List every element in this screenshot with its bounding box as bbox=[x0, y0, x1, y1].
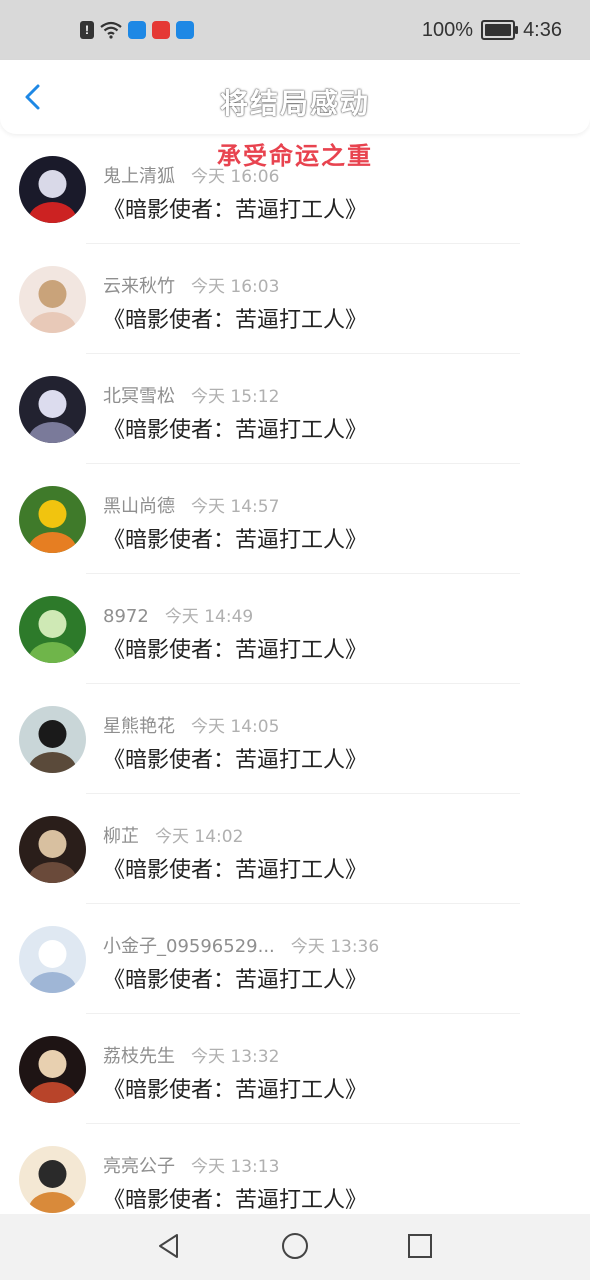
item-meta: 亮亮公子 今天 13:13 bbox=[103, 1152, 279, 1178]
battery-percent: 100% bbox=[421, 18, 474, 41]
status-bar: ! 100% 4:36 bbox=[0, 0, 590, 60]
timestamp: 今天 14:05 bbox=[191, 717, 280, 737]
clock: 4:36 bbox=[523, 18, 562, 41]
app-icon-red bbox=[152, 21, 170, 39]
alert-icon: ! bbox=[80, 21, 94, 39]
message-text: 《暗影使者：苦逼打工人》 bbox=[103, 1078, 368, 1103]
avatar[interactable] bbox=[19, 926, 86, 993]
top-app-bar: 将结局感动 bbox=[0, 60, 590, 134]
battery-fill bbox=[485, 24, 512, 36]
message-text: 《暗影使者：苦逼打工人》 bbox=[103, 638, 368, 663]
item-meta: 小金子_09596529... 今天 13:36 bbox=[103, 932, 379, 958]
avatar[interactable] bbox=[19, 596, 86, 663]
timestamp: 今天 13:13 bbox=[191, 1157, 280, 1177]
avatar[interactable] bbox=[19, 376, 86, 443]
list-item[interactable]: 黑山尚德 今天 14:57 《暗影使者：苦逼打工人》 bbox=[0, 464, 590, 574]
user-name: 亮亮公子 bbox=[103, 1156, 175, 1177]
app-icon-blue bbox=[128, 21, 146, 39]
timestamp: 今天 15:12 bbox=[191, 387, 280, 407]
message-text: 《暗影使者：苦逼打工人》 bbox=[103, 748, 368, 773]
avatar[interactable] bbox=[19, 266, 86, 333]
list-item[interactable]: 小金子_09596529... 今天 13:36 《暗影使者：苦逼打工人》 bbox=[0, 904, 590, 1014]
battery-icon bbox=[481, 20, 519, 40]
message-text: 《暗影使者：苦逼打工人》 bbox=[103, 198, 368, 223]
item-meta: 云来秋竹 今天 16:03 bbox=[103, 272, 279, 298]
message-text: 《暗影使者：苦逼打工人》 bbox=[103, 1188, 368, 1213]
page-title: 将结局感动 bbox=[219, 87, 370, 120]
user-name: 云来秋竹 bbox=[103, 276, 175, 297]
timestamp: 今天 14:02 bbox=[155, 827, 244, 847]
user-name: 黑山尚德 bbox=[103, 496, 175, 517]
list-item[interactable]: 星熊艳花 今天 14:05 《暗影使者：苦逼打工人》 bbox=[0, 684, 590, 794]
item-meta: 黑山尚德 今天 14:57 bbox=[103, 492, 279, 518]
timestamp: 今天 14:57 bbox=[191, 497, 280, 517]
list-item[interactable]: 荔枝先生 今天 13:32 《暗影使者：苦逼打工人》 bbox=[0, 1014, 590, 1124]
list-item[interactable]: 北冥雪松 今天 15:12 《暗影使者：苦逼打工人》 bbox=[0, 354, 590, 464]
circle-home-icon[interactable] bbox=[280, 1231, 310, 1261]
item-meta: 8972 今天 14:49 bbox=[103, 602, 253, 627]
item-meta: 荔枝先生 今天 13:32 bbox=[103, 1042, 279, 1068]
user-name: 荔枝先生 bbox=[103, 1046, 175, 1067]
timestamp: 今天 14:49 bbox=[164, 607, 254, 627]
message-list: 鬼上清狐 今天 16:06 《暗影使者：苦逼打工人》 云来秋竹 今天 16:03… bbox=[0, 134, 590, 1234]
message-text: 《暗影使者：苦逼打工人》 bbox=[103, 858, 368, 883]
app-icon-weather bbox=[176, 21, 194, 39]
list-item[interactable]: 柳芷 今天 14:02 《暗影使者：苦逼打工人》 bbox=[0, 794, 590, 904]
wifi-icon bbox=[100, 21, 122, 39]
avatar[interactable] bbox=[19, 1146, 86, 1213]
user-name: 8972 bbox=[103, 606, 149, 627]
avatar[interactable] bbox=[19, 706, 86, 773]
avatar[interactable] bbox=[19, 816, 86, 883]
timestamp: 今天 16:03 bbox=[191, 277, 280, 297]
triangle-back-icon[interactable] bbox=[154, 1231, 184, 1261]
status-right: 100% 4:36 bbox=[422, 0, 562, 60]
status-icons: ! bbox=[80, 21, 194, 39]
list-item[interactable]: 8972 今天 14:49 《暗影使者：苦逼打工人》 bbox=[0, 574, 590, 684]
avatar[interactable] bbox=[19, 1036, 86, 1103]
message-text: 《暗影使者：苦逼打工人》 bbox=[103, 308, 368, 333]
message-text: 《暗影使者：苦逼打工人》 bbox=[103, 968, 368, 993]
system-nav-bar bbox=[0, 1214, 590, 1280]
user-name: 小金子_09596529... bbox=[103, 936, 275, 957]
item-meta: 星熊艳花 今天 14:05 bbox=[103, 712, 279, 738]
timestamp: 今天 13:36 bbox=[290, 937, 380, 957]
item-meta: 柳芷 今天 14:02 bbox=[103, 822, 243, 848]
message-text: 《暗影使者：苦逼打工人》 bbox=[103, 528, 368, 553]
list-item[interactable]: 云来秋竹 今天 16:03 《暗影使者：苦逼打工人》 bbox=[0, 244, 590, 354]
user-name: 柳芷 bbox=[103, 826, 139, 847]
avatar[interactable] bbox=[19, 486, 86, 553]
square-recents-icon[interactable] bbox=[405, 1231, 435, 1261]
user-name: 星熊艳花 bbox=[103, 716, 175, 737]
page-subtitle: 承受命运之重 bbox=[217, 142, 373, 170]
message-text: 《暗影使者：苦逼打工人》 bbox=[103, 418, 368, 443]
item-meta: 北冥雪松 今天 15:12 bbox=[103, 382, 279, 408]
timestamp: 今天 13:32 bbox=[191, 1047, 280, 1067]
user-name: 北冥雪松 bbox=[103, 386, 175, 407]
